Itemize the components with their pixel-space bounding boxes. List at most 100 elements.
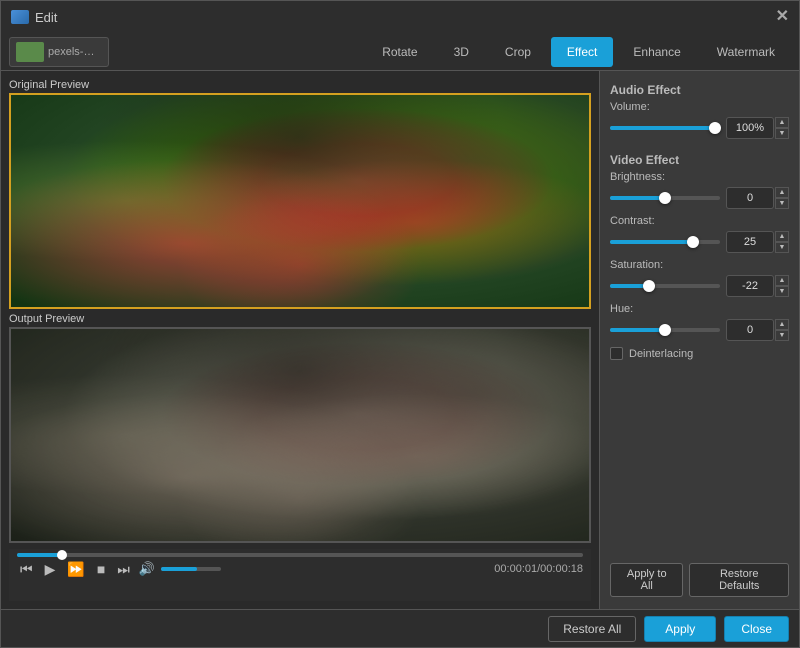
apply-button[interactable]: Apply bbox=[644, 616, 716, 642]
output-preview-section: Output Preview bbox=[9, 313, 591, 543]
volume-spin-up[interactable]: ▲ bbox=[775, 117, 789, 128]
contrast-input[interactable] bbox=[726, 231, 774, 253]
preview-sections: Original Preview Output Preview bbox=[9, 79, 591, 543]
volume-slider-thumb bbox=[709, 122, 721, 134]
tab-effect[interactable]: Effect bbox=[551, 37, 613, 67]
tab-crop[interactable]: Crop bbox=[489, 37, 547, 67]
volume-slider-row: ▲ ▼ bbox=[610, 117, 789, 139]
brightness-row: Brightness: ▲ ▼ bbox=[610, 171, 789, 209]
original-preview-label: Original Preview bbox=[9, 79, 591, 91]
saturation-slider-thumb bbox=[643, 280, 655, 292]
brightness-slider-track[interactable] bbox=[610, 196, 720, 200]
volume-slider-fill bbox=[610, 126, 715, 130]
file-tab[interactable]: pexels-mang-... bbox=[9, 37, 109, 67]
edit-window: Edit ✕ pexels-mang-... Rotate 3D Crop Ef… bbox=[0, 0, 800, 648]
volume-slider-track[interactable] bbox=[610, 126, 720, 130]
original-preview-image bbox=[11, 95, 589, 307]
contrast-label: Contrast: bbox=[610, 215, 789, 227]
right-panel-spacer bbox=[610, 368, 789, 551]
volume-input[interactable] bbox=[726, 117, 774, 139]
hue-spin-wrapper: ▲ ▼ bbox=[726, 319, 789, 341]
volume-icon: 🔊 bbox=[139, 561, 155, 577]
contrast-slider-track[interactable] bbox=[610, 240, 720, 244]
volume-spin-wrapper: ▲ ▼ bbox=[726, 117, 789, 139]
saturation-spin-down[interactable]: ▼ bbox=[775, 286, 789, 297]
stop-button[interactable]: ■ bbox=[94, 562, 108, 576]
tab-watermark[interactable]: Watermark bbox=[701, 37, 791, 67]
contrast-slider-thumb bbox=[687, 236, 699, 248]
contrast-slider-fill bbox=[610, 240, 693, 244]
file-thumbnail bbox=[16, 42, 44, 62]
brightness-slider-fill bbox=[610, 196, 665, 200]
contrast-row: Contrast: ▲ ▼ bbox=[610, 215, 789, 253]
close-button[interactable]: Close bbox=[724, 616, 789, 642]
hue-input[interactable] bbox=[726, 319, 774, 341]
playback-bar: ⏮ ▶ ⏩ ■ ⏭ 🔊 00:00:01/00:00:18 bbox=[9, 549, 591, 601]
volume-spin-buttons: ▲ ▼ bbox=[775, 117, 789, 139]
hue-spin-up[interactable]: ▲ bbox=[775, 319, 789, 330]
contrast-slider-row: ▲ ▼ bbox=[610, 231, 789, 253]
window-close-button[interactable]: ✕ bbox=[776, 9, 789, 25]
volume-track[interactable] bbox=[161, 567, 221, 571]
saturation-row: Saturation: ▲ ▼ bbox=[610, 259, 789, 297]
brightness-spin-down[interactable]: ▼ bbox=[775, 198, 789, 209]
main-content: Original Preview Output Preview bbox=[1, 71, 799, 609]
hue-row: Hue: ▲ ▼ bbox=[610, 303, 789, 341]
contrast-spin-down[interactable]: ▼ bbox=[775, 242, 789, 253]
title-bar: Edit ✕ bbox=[1, 1, 799, 33]
apply-to-all-button[interactable]: Apply to All bbox=[610, 563, 683, 597]
hue-spin-down[interactable]: ▼ bbox=[775, 330, 789, 341]
original-preview-box bbox=[9, 93, 591, 309]
saturation-input[interactable] bbox=[726, 275, 774, 297]
right-panel: Audio Effect Volume: ▲ ▼ bbox=[599, 71, 799, 609]
skip-forward-button[interactable]: ⏭ bbox=[114, 562, 133, 576]
tab-enhance[interactable]: Enhance bbox=[617, 37, 696, 67]
play-button[interactable]: ▶ bbox=[42, 562, 59, 576]
hue-slider-row: ▲ ▼ bbox=[610, 319, 789, 341]
output-flowers-overlay bbox=[11, 329, 589, 541]
file-name: pexels-mang-... bbox=[48, 46, 102, 58]
audio-effect-section: Audio Effect Volume: ▲ ▼ bbox=[610, 83, 789, 145]
saturation-slider-track[interactable] bbox=[610, 284, 720, 288]
volume-label: Volume: bbox=[610, 101, 789, 113]
video-effect-section: Video Effect Brightness: ▲ ▼ bbox=[610, 153, 789, 360]
volume-spin-down[interactable]: ▼ bbox=[775, 128, 789, 139]
brightness-slider-thumb bbox=[659, 192, 671, 204]
brightness-spin-wrapper: ▲ ▼ bbox=[726, 187, 789, 209]
skip-back-button[interactable]: ⏮ bbox=[17, 562, 36, 576]
video-effect-title: Video Effect bbox=[610, 153, 789, 167]
original-flowers-overlay bbox=[11, 95, 589, 307]
saturation-label: Saturation: bbox=[610, 259, 789, 271]
saturation-spin-buttons: ▲ ▼ bbox=[775, 275, 789, 297]
original-preview-section: Original Preview bbox=[9, 79, 591, 309]
fast-forward-button[interactable]: ⏩ bbox=[64, 562, 87, 576]
tab-3d[interactable]: 3D bbox=[438, 37, 485, 67]
brightness-label: Brightness: bbox=[610, 171, 789, 183]
brightness-input[interactable] bbox=[726, 187, 774, 209]
hue-slider-fill bbox=[610, 328, 665, 332]
window-title: Edit bbox=[35, 10, 57, 25]
restore-defaults-button[interactable]: Restore Defaults bbox=[689, 563, 789, 597]
volume-fill bbox=[161, 567, 197, 571]
time-display: 00:00:01/00:00:18 bbox=[494, 563, 583, 575]
hue-slider-track[interactable] bbox=[610, 328, 720, 332]
contrast-spin-wrapper: ▲ ▼ bbox=[726, 231, 789, 253]
progress-track[interactable] bbox=[17, 553, 583, 557]
tab-rotate[interactable]: Rotate bbox=[366, 37, 433, 67]
tab-bar: pexels-mang-... Rotate 3D Crop Effect En… bbox=[1, 33, 799, 71]
contrast-spin-up[interactable]: ▲ bbox=[775, 231, 789, 242]
deinterlacing-label: Deinterlacing bbox=[629, 348, 693, 360]
progress-fill bbox=[17, 553, 62, 557]
brightness-spin-up[interactable]: ▲ bbox=[775, 187, 789, 198]
progress-thumb bbox=[57, 550, 67, 560]
saturation-spin-up[interactable]: ▲ bbox=[775, 275, 789, 286]
saturation-spin-wrapper: ▲ ▼ bbox=[726, 275, 789, 297]
controls-row: ⏮ ▶ ⏩ ■ ⏭ 🔊 00:00:01/00:00:18 bbox=[17, 561, 583, 577]
restore-all-button[interactable]: Restore All bbox=[548, 616, 636, 642]
deinterlacing-checkbox[interactable] bbox=[610, 347, 623, 360]
output-preview-box bbox=[9, 327, 591, 543]
brightness-spin-buttons: ▲ ▼ bbox=[775, 187, 789, 209]
contrast-spin-buttons: ▲ ▼ bbox=[775, 231, 789, 253]
app-icon bbox=[11, 10, 29, 24]
output-preview-image bbox=[11, 329, 589, 541]
